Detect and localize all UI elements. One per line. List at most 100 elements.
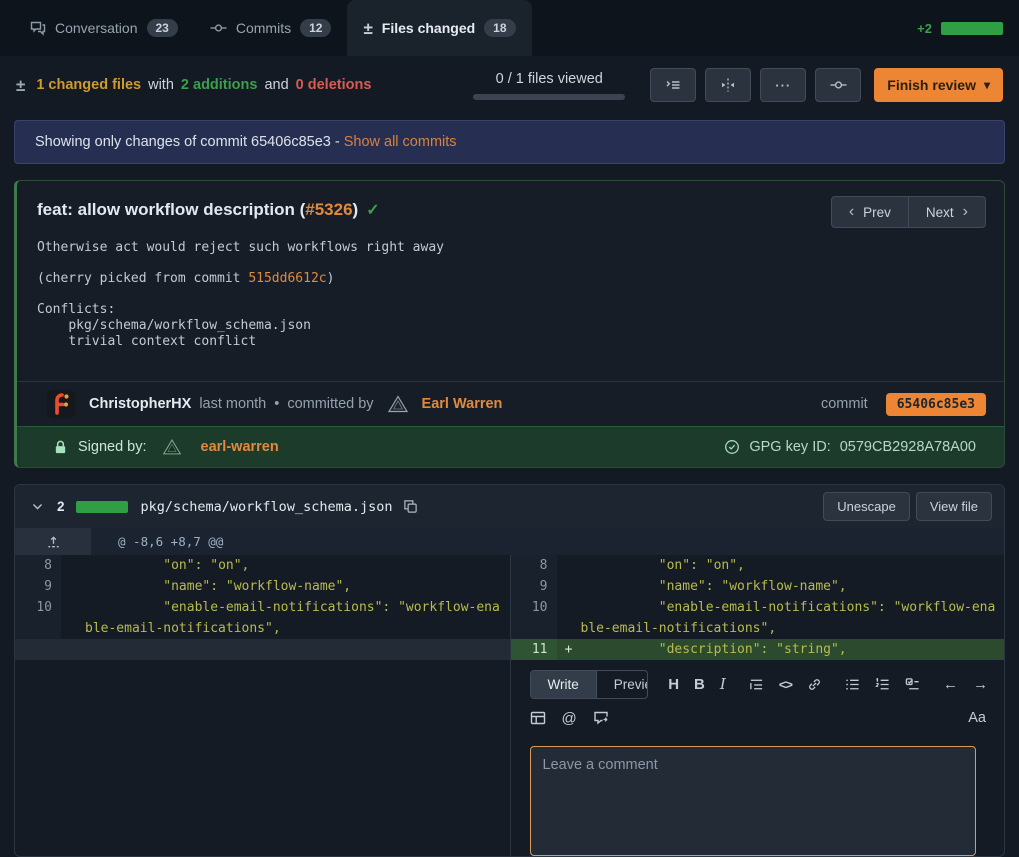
unordered-list-icon[interactable] — [845, 677, 860, 692]
left-code: "name": "workflow-name", — [85, 576, 510, 597]
finish-review-button[interactable]: Finish review ▾ — [874, 68, 1003, 102]
copy-filename-icon[interactable] — [403, 499, 418, 514]
right-line-number[interactable]: 10 — [511, 597, 557, 639]
author-avatar[interactable] — [47, 390, 75, 418]
right-code: "enable-email-notifications": "workflow-… — [581, 597, 1005, 639]
collapse-file-chevron-icon[interactable] — [29, 498, 46, 515]
files-viewed-bar — [473, 94, 625, 100]
font-toggle-icon[interactable]: Aa — [968, 710, 988, 726]
additions-count: 2 additions — [181, 77, 258, 93]
commit-icon — [210, 20, 227, 36]
diff-toolbar: ± 1 changed files with 2 additions and 0… — [0, 56, 1019, 112]
left-code: "enable-email-notifications": "workflow-… — [85, 597, 510, 639]
deletions-count: 0 deletions — [296, 77, 372, 93]
caret-down-icon: ▾ — [984, 78, 990, 92]
author-name-link[interactable]: ChristopherHX — [89, 396, 191, 412]
left-line-number[interactable]: 10 — [15, 597, 61, 639]
file-name: pkg/schema/workflow_schema.json — [141, 499, 393, 515]
plus-minus-icon: ± — [16, 77, 25, 94]
lock-icon — [53, 439, 68, 455]
commit-body-line: Otherwise act would reject such workflow… — [37, 240, 984, 256]
left-line-number[interactable]: 8 — [15, 555, 61, 576]
commit-hash-badge[interactable]: 65406c85e3 — [886, 393, 986, 416]
right-line-number[interactable]: 9 — [511, 576, 557, 597]
table-icon[interactable] — [530, 710, 546, 726]
and-text: and — [264, 77, 288, 93]
tab-conversation[interactable]: Conversation 23 — [14, 0, 194, 56]
more-options-button[interactable]: ··· — [760, 68, 806, 102]
signer-avatar[interactable] — [161, 436, 183, 458]
diffstat-added-label: +2 — [917, 21, 932, 36]
right-code: "name": "workflow-name", — [581, 576, 1005, 597]
cherry-pick-hash-link[interactable]: 515dd6612c — [248, 271, 326, 286]
view-file-button[interactable]: View file — [916, 492, 992, 521]
cherry-pick-line: (cherry picked from commit 515dd6612c) — [37, 271, 984, 287]
link-icon[interactable] — [807, 677, 822, 692]
diff-row: 10 "enable-email-notifications": "workfl… — [511, 597, 1005, 639]
issue-ref-link[interactable]: #5326 — [305, 200, 352, 219]
signer-name-link[interactable]: earl-warren — [201, 439, 279, 455]
split-view-button[interactable] — [705, 68, 751, 102]
commit-message-body: Otherwise act would reject such workflow… — [17, 230, 1004, 381]
comment-input[interactable] — [530, 746, 976, 856]
header-diffstat: +2 — [917, 21, 1003, 36]
diff-row: 10 "enable-email-notifications": "workfl… — [15, 597, 510, 639]
commit-select-button[interactable] — [815, 68, 861, 102]
committer-avatar[interactable] — [386, 392, 410, 416]
tab-commits[interactable]: Commits 12 — [194, 0, 348, 56]
signed-by-label: Signed by: — [78, 439, 147, 455]
prev-commit-button[interactable]: ‹ Prev — [831, 196, 909, 228]
right-code: "description": "string", — [581, 639, 1005, 660]
committer-name-link[interactable]: Earl Warren — [422, 396, 503, 412]
hunk-header-row: @ -8,6 +8,7 @@ — [15, 528, 1004, 555]
tab-conversation-label: Conversation — [55, 20, 138, 36]
outdent-icon[interactable]: ← — [943, 677, 958, 692]
left-placeholder-row — [15, 639, 510, 660]
file-diffstat-bar — [76, 501, 128, 513]
tab-conversation-count: 23 — [147, 19, 178, 37]
unescape-button[interactable]: Unescape — [823, 492, 910, 521]
right-line-number[interactable]: 11 — [511, 639, 557, 660]
show-all-commits-link[interactable]: Show all commits — [344, 134, 457, 150]
code-icon[interactable]: <> — [779, 678, 792, 691]
heading-icon[interactable]: H — [668, 677, 679, 692]
changed-files-count: 1 changed files — [36, 77, 141, 93]
right-code: "on": "on", — [581, 555, 1005, 576]
gpg-key-label: GPG key ID: — [749, 439, 830, 455]
file-tree-icon — [665, 77, 681, 93]
commit-author-row: ChristopherHX last month • committed by … — [17, 381, 1004, 426]
commit-status-check-icon: ✓ — [366, 202, 379, 219]
task-list-icon[interactable] — [905, 677, 920, 692]
prev-label: Prev — [863, 205, 891, 220]
quote-icon[interactable] — [749, 677, 764, 692]
mention-icon[interactable]: @ — [562, 711, 577, 726]
file-tree-toggle-button[interactable] — [650, 68, 696, 102]
left-code: "on": "on", — [85, 555, 510, 576]
tab-files-changed[interactable]: ± Files changed 18 — [347, 0, 531, 56]
files-viewed-progress: 0 / 1 files viewed — [473, 71, 625, 100]
ordered-list-icon[interactable] — [875, 677, 890, 692]
diff-icon: ± — [363, 20, 372, 37]
pr-tab-bar: Conversation 23 Commits 12 ± Files chang… — [0, 0, 1019, 56]
commit-time: last month — [199, 396, 266, 412]
chevron-left-icon: ‹ — [849, 204, 854, 220]
reference-icon[interactable] — [593, 710, 609, 726]
badge-check-icon — [724, 439, 740, 455]
indent-icon[interactable]: → — [973, 677, 988, 692]
next-commit-button[interactable]: Next › — [908, 196, 986, 228]
preview-tab[interactable]: Preview — [597, 671, 648, 698]
dot-separator: • — [274, 396, 279, 412]
inline-comment-editor: Write Preview H B I <> — [511, 660, 1005, 856]
commit-icon — [830, 77, 847, 93]
italic-icon[interactable]: I — [720, 677, 726, 692]
bold-icon[interactable]: B — [694, 677, 705, 692]
file-diff-panel: 2 pkg/schema/workflow_schema.json Unesca… — [14, 484, 1005, 857]
tab-commits-label: Commits — [236, 20, 291, 36]
right-line-number[interactable]: 8 — [511, 555, 557, 576]
write-tab[interactable]: Write — [531, 671, 597, 698]
expand-hunk-button[interactable] — [15, 528, 91, 555]
diff-row: 9 "name": "workflow-name", — [15, 576, 510, 597]
left-line-number[interactable]: 9 — [15, 576, 61, 597]
gpg-key-id: 0579CB2928A78A00 — [840, 439, 976, 455]
tab-files-changed-count: 18 — [484, 19, 515, 37]
